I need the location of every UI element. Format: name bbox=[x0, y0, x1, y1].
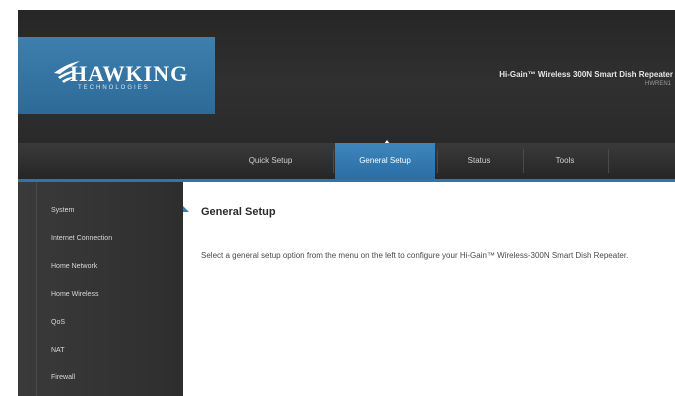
nav-divider bbox=[608, 149, 609, 173]
sidebar-item-home-wireless[interactable]: Home Wireless bbox=[51, 291, 98, 298]
header-banner: HAWKING TECHNOLOGIES Hi-Gain™ Wireless 3… bbox=[18, 10, 675, 143]
product-name: Hi-Gain™ Wireless 300N Smart Dish Repeat… bbox=[499, 70, 673, 79]
tab-status[interactable]: Status bbox=[438, 143, 520, 179]
sidebar-divider bbox=[36, 182, 37, 396]
sidebar-item-internet-connection[interactable]: Internet Connection bbox=[51, 235, 112, 242]
model-number: HWREN1 bbox=[644, 81, 671, 87]
tab-general-setup[interactable]: General Setup bbox=[335, 143, 435, 179]
sidebar-menu: System Internet Connection Home Network … bbox=[18, 182, 183, 396]
logo-subtext: TECHNOLOGIES bbox=[78, 85, 150, 91]
hawking-logo[interactable]: HAWKING TECHNOLOGIES bbox=[18, 37, 215, 114]
nav-divider bbox=[333, 149, 334, 173]
sidebar-item-firewall[interactable]: Firewall bbox=[51, 374, 75, 381]
tab-tools[interactable]: Tools bbox=[524, 143, 606, 179]
router-admin-page: HAWKING TECHNOLOGIES Hi-Gain™ Wireless 3… bbox=[0, 0, 675, 396]
sidebar-item-home-network[interactable]: Home Network bbox=[51, 263, 97, 270]
page-title: General Setup bbox=[201, 206, 276, 218]
logo-text: HAWKING bbox=[70, 61, 189, 86]
page-description: Select a general setup option from the m… bbox=[201, 251, 629, 260]
main-navigation: Quick Setup General Setup Status Tools bbox=[18, 143, 675, 179]
main-content: General Setup Select a general setup opt… bbox=[183, 182, 675, 396]
sidebar-item-system[interactable]: System bbox=[51, 207, 74, 214]
tab-quick-setup[interactable]: Quick Setup bbox=[213, 143, 328, 179]
title-marker-icon bbox=[183, 206, 189, 212]
sidebar-item-qos[interactable]: QoS bbox=[51, 319, 65, 326]
sidebar-item-nat[interactable]: NAT bbox=[51, 347, 64, 354]
